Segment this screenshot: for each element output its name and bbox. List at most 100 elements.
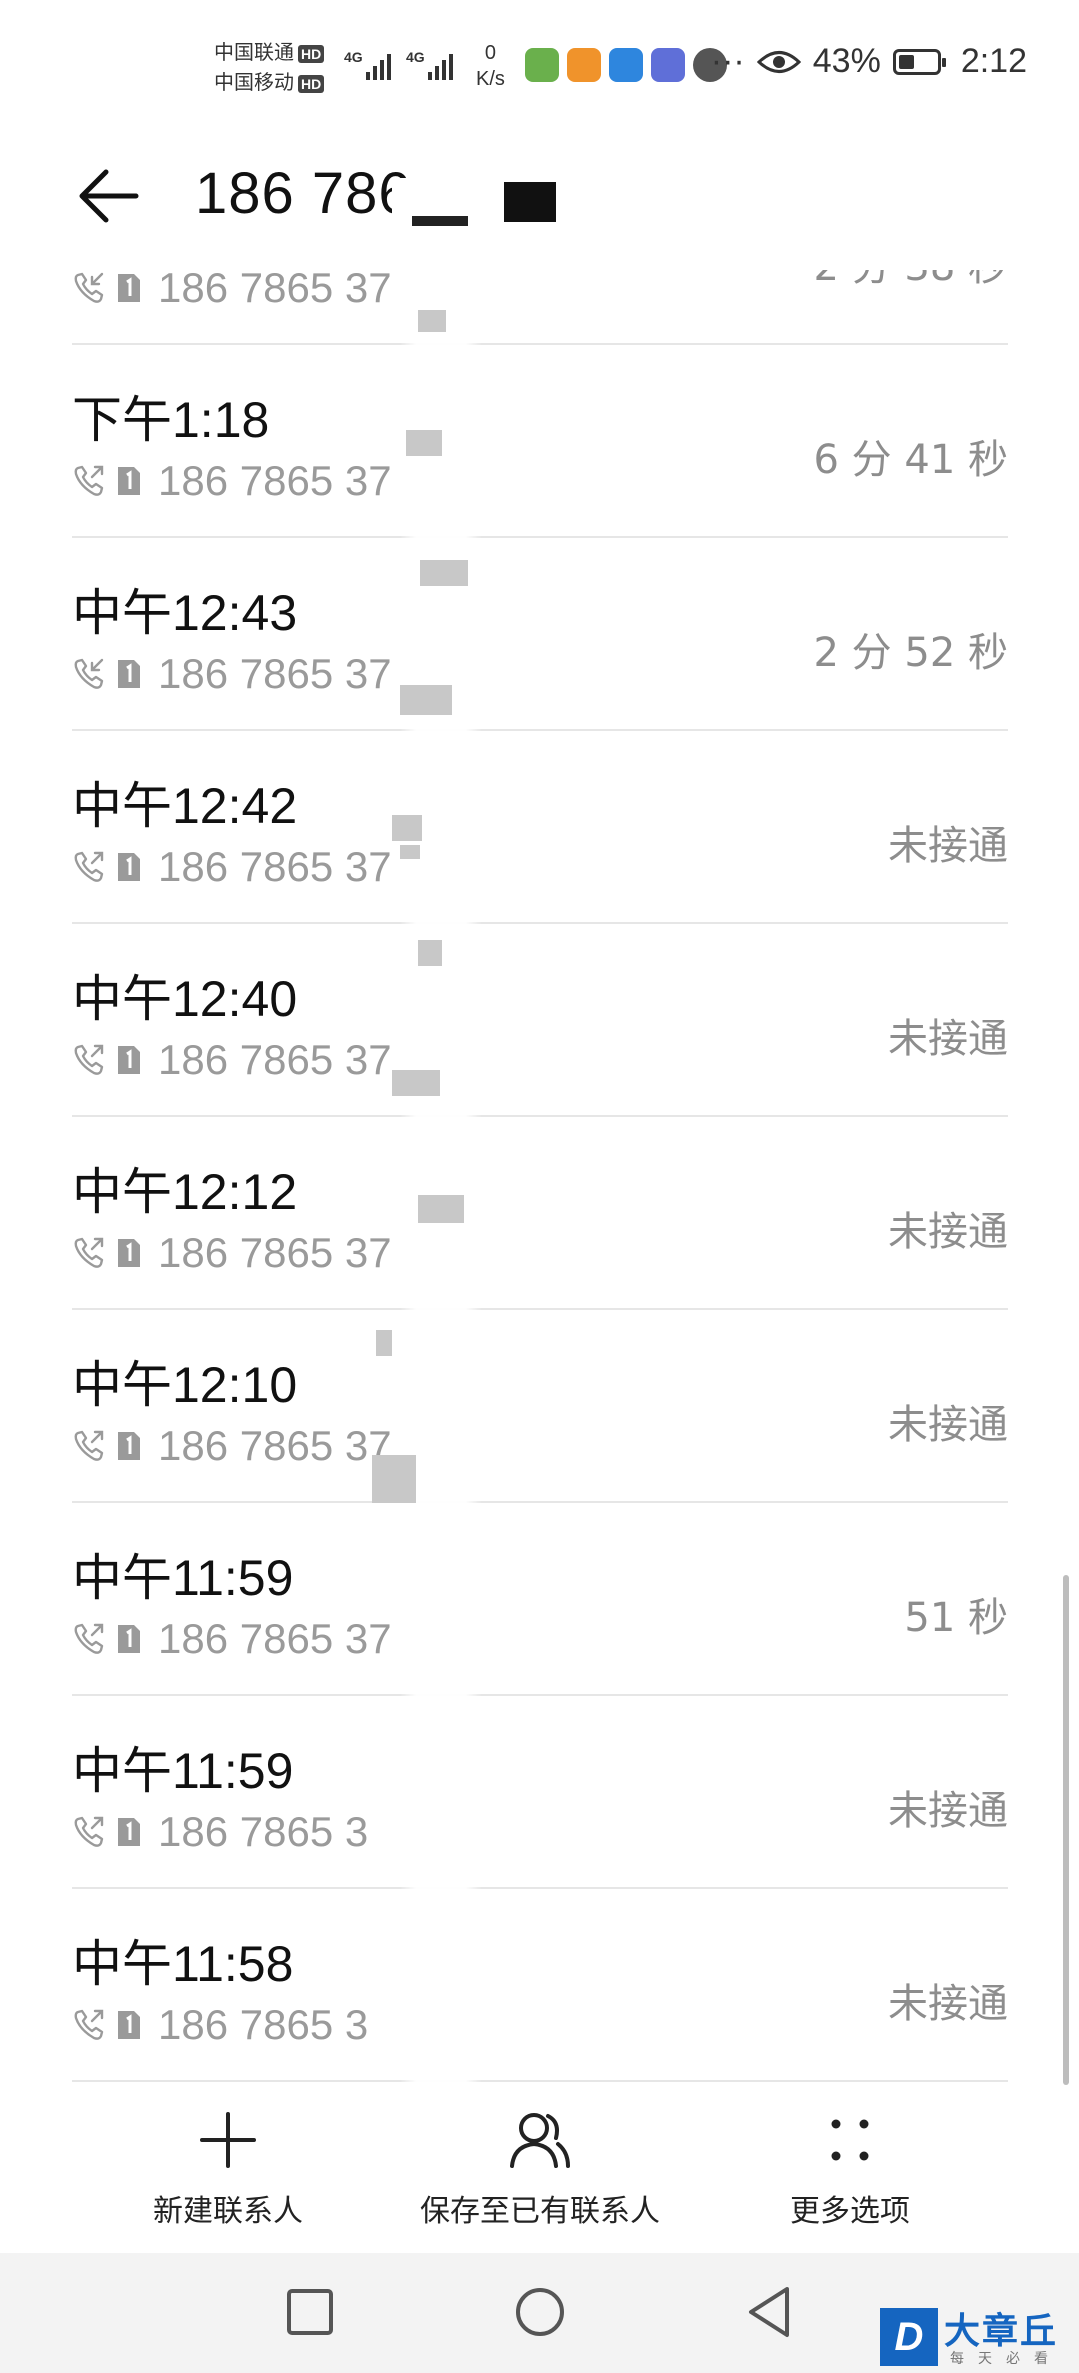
outgoing-call-icon (74, 1816, 104, 1847)
bird-app-icon (609, 48, 643, 82)
call-time: 中午12:42 (72, 778, 298, 834)
home-circle-icon[interactable] (505, 2277, 575, 2347)
call-details: 186 7865 37 (72, 270, 392, 312)
call-log-row[interactable]: 中午12:40 186 7865 37 未接通 (72, 924, 1008, 1117)
call-details: 186 7865 37 (72, 843, 392, 891)
outgoing-call-icon (74, 465, 104, 496)
outgoing-call-icon (74, 1044, 104, 1075)
phone-number: 186 7865 37 (158, 650, 392, 697)
watermark-name: 大章丘 (944, 2311, 1059, 2352)
call-history-list[interactable]: 186 7865 37 2 分 38 秒下午1:18 186 7865 37 6 分 … (0, 270, 1079, 2090)
call-details: 186 7865 3 (72, 2001, 368, 2049)
redaction-pixel (392, 1070, 440, 1096)
call-time: 中午11:59 (72, 1550, 294, 1606)
phone-number: 186 7865 37 (158, 1229, 392, 1276)
redaction-pixel (392, 815, 422, 841)
app-notify-icon (525, 48, 559, 82)
sim-card-1-icon (118, 1818, 140, 1846)
redaction-pixel (418, 940, 442, 966)
scrollbar[interactable] (1063, 1575, 1069, 2085)
call-time: 下午1:18 (72, 392, 270, 448)
network-speed: 0 K/s (476, 40, 505, 92)
call-details: 186 7865 37 (72, 1615, 392, 1663)
back-triangle-icon[interactable] (735, 2277, 805, 2347)
sim-card-1-icon (118, 1239, 140, 1267)
bottom-actions: 新建联系人 保存至已有联系人 更多选项 (0, 2090, 1079, 2250)
redaction-pixel (372, 1455, 416, 1503)
phone-number: 186 7865 37 (158, 843, 392, 890)
call-duration: 未接通 (888, 1016, 1008, 1062)
call-details: 186 7865 37 (72, 1422, 392, 1470)
call-duration: 未接通 (888, 1981, 1008, 2027)
more-dots-icon (831, 2119, 869, 2161)
new-contact-label: 新建联系人 (153, 2194, 303, 2229)
redaction-pixel (400, 845, 420, 859)
more-options-button[interactable]: 更多选项 (690, 2090, 1010, 2250)
call-log-row[interactable]: 中午11:59 186 7865 37 51 秒 (72, 1503, 1008, 1696)
call-duration: 未接通 (888, 1788, 1008, 1834)
call-details: 186 7865 37 (72, 1036, 392, 1084)
redaction-overlay (400, 270, 482, 2090)
redaction-pixel (418, 1195, 464, 1223)
speed-value: 0 (484, 42, 497, 64)
net-type-2: 4G (406, 49, 425, 65)
call-log-row[interactable]: 中午11:58 186 7865 3 未接通 (72, 1889, 1008, 2082)
call-log-row[interactable]: 中午12:43 186 7865 37 2 分 52 秒 (72, 538, 1008, 731)
new-contact-button[interactable]: 新建联系人 (68, 2090, 388, 2250)
sim-card-1-icon (118, 2011, 140, 2039)
sim-card-1-icon (118, 1625, 140, 1653)
redaction-pixel (400, 685, 452, 715)
phone-number: 186 7865 37 (158, 1615, 392, 1662)
call-log-row[interactable]: 中午11:59 186 7865 3 未接通 (72, 1696, 1008, 1889)
sim-card-1-icon (118, 853, 140, 881)
call-duration: 2 分 38 秒 (814, 270, 1009, 292)
call-time: 中午12:12 (72, 1164, 298, 1220)
carrier-info: 中国联通 HD 中国移动 HD (214, 38, 325, 98)
call-time: 中午12:43 (72, 585, 298, 641)
contact-person-icon (510, 2113, 570, 2168)
call-log-row[interactable]: 下午1:18 186 7865 37 6 分 41 秒 (72, 345, 1008, 538)
phone-number: 186 7865 37 (158, 457, 392, 504)
phone-number: 186 7865 3 (158, 2001, 369, 2048)
signal-icon-2: 4G (406, 49, 453, 80)
education-app-icon (651, 48, 685, 82)
status-bar: 中国联通 HD 中国移动 HD 4G 4G 0 K/s ··· 43% 2:12 (0, 0, 1079, 130)
save-existing-label: 保存至已有联系人 (420, 2194, 660, 2229)
watermark-d-icon: D (880, 2308, 938, 2366)
sim-card-1-icon (118, 660, 140, 688)
hd-badge-2: HD (298, 74, 325, 93)
battery-percent: 43% (812, 42, 881, 80)
call-duration: 6 分 41 秒 (813, 437, 1009, 483)
redaction-pixel (406, 430, 442, 456)
call-time: 中午12:40 (72, 971, 298, 1027)
back-arrow-icon[interactable] (72, 160, 144, 232)
call-log-row[interactable]: 186 7865 37 2 分 38 秒 (72, 270, 1008, 345)
phone-number: 186 7865 37 (158, 1422, 392, 1469)
sim-card-1-icon (118, 467, 140, 495)
call-details: 186 7865 37 (72, 650, 392, 698)
save-to-existing-button[interactable]: 保存至已有联系人 (380, 2090, 700, 2250)
call-time: 中午11:58 (72, 1936, 294, 1992)
outgoing-call-icon (74, 1237, 104, 1268)
call-log-row[interactable]: 中午12:42 186 7865 37 未接通 (72, 731, 1008, 924)
speed-unit: K/s (476, 68, 505, 90)
call-duration: 2 分 52 秒 (813, 630, 1009, 676)
recents-square-icon[interactable] (275, 2277, 345, 2347)
call-duration: 未接通 (888, 1209, 1008, 1255)
more-options-label: 更多选项 (790, 2194, 910, 2229)
redaction-mark (392, 178, 622, 240)
incoming-call-icon (74, 658, 104, 689)
carrier-2: 中国移动 (214, 72, 294, 94)
redaction-pixel (418, 310, 446, 332)
call-log-row[interactable]: 中午12:12 186 7865 37 未接通 (72, 1117, 1008, 1310)
call-log-row[interactable]: 中午12:10 186 7865 37 未接通 (72, 1310, 1008, 1503)
notification-icons (525, 48, 727, 82)
call-details: 186 7865 37 (72, 1229, 392, 1277)
status-right: ··· 43% 2:12 (711, 42, 1027, 81)
phone-number: 186 7865 37 (158, 270, 392, 311)
call-time: 中午11:59 (72, 1743, 294, 1799)
carrier-1: 中国联通 (214, 42, 294, 64)
eye-comfort-icon (756, 50, 801, 73)
call-duration: 51 秒 (904, 1595, 1008, 1641)
video-app-icon (567, 48, 601, 82)
